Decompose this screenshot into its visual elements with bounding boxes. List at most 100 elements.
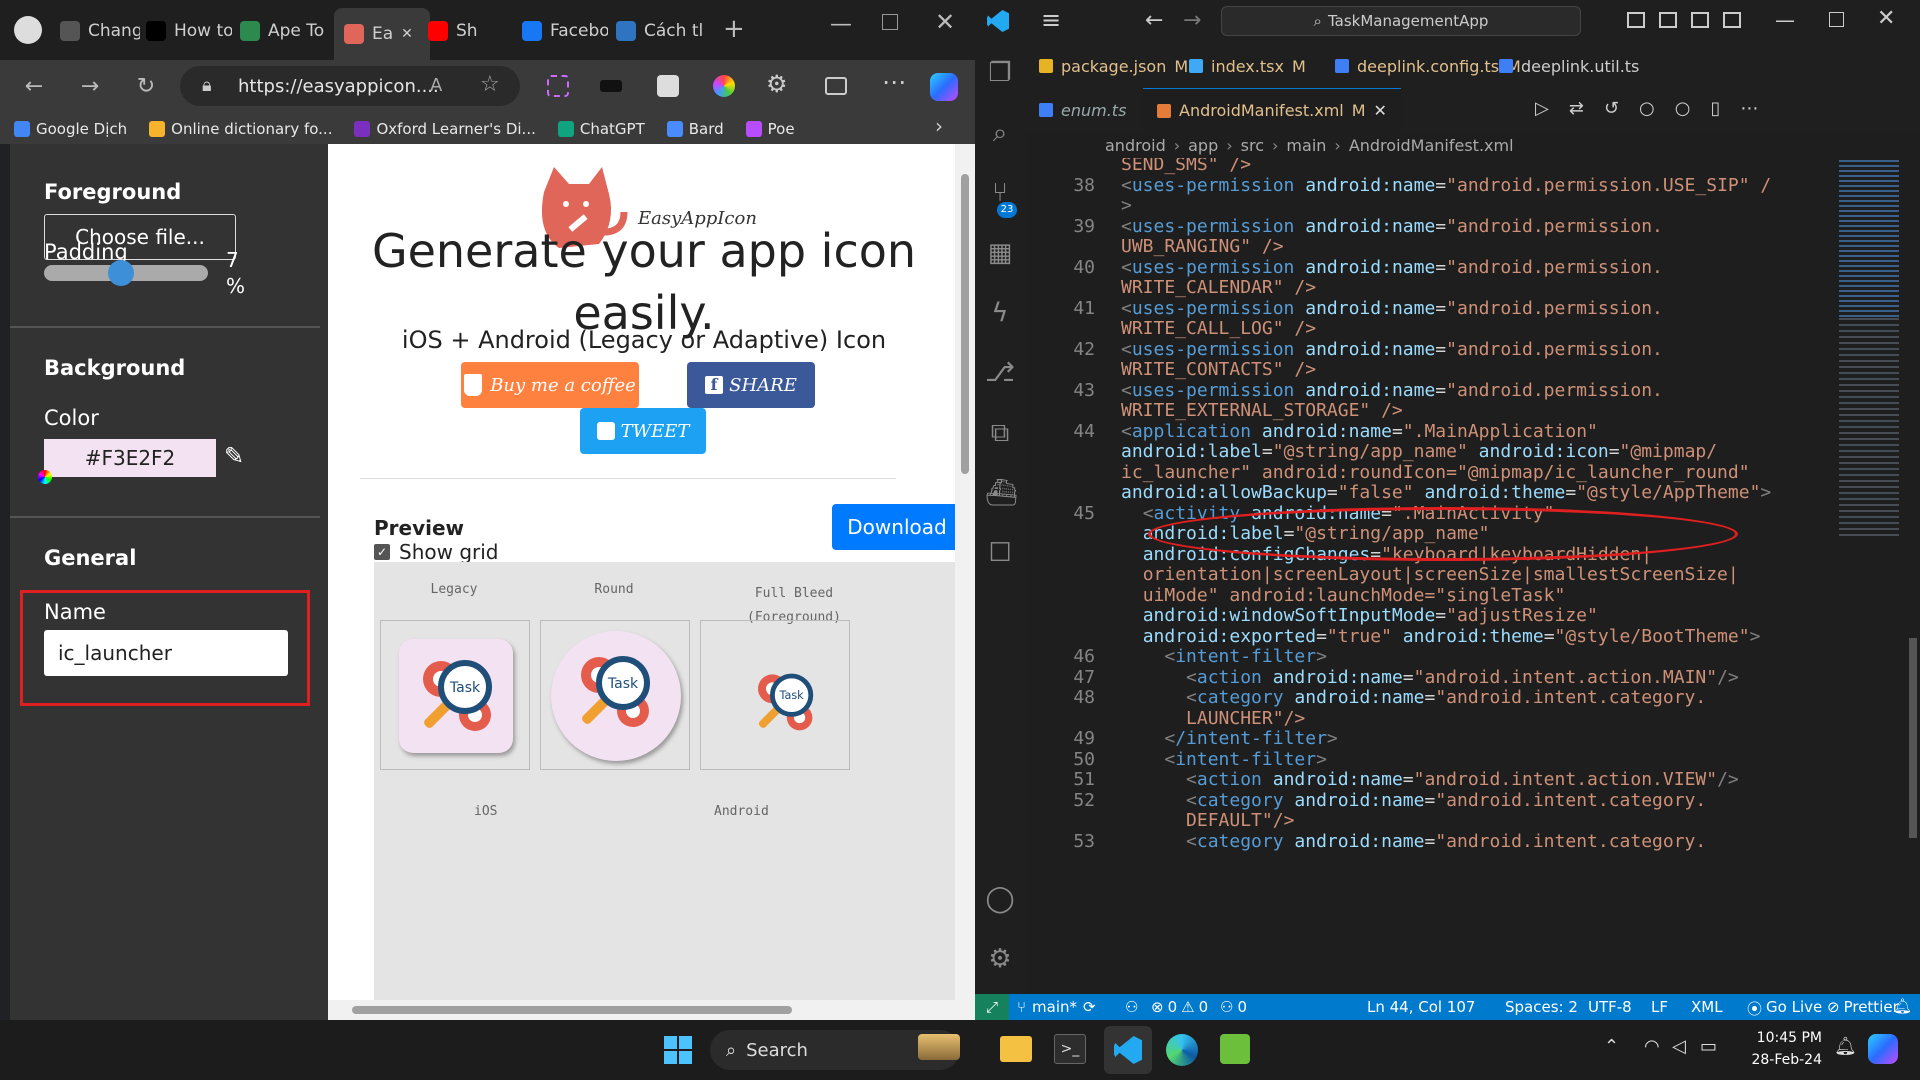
clock-date[interactable]: 28-Feb-24 <box>1736 1052 1822 1068</box>
color-wheel-icon[interactable] <box>38 470 52 484</box>
extensions-view-icon[interactable]: ▦ <box>985 238 1015 268</box>
volume-icon[interactable]: ◁ <box>1672 1036 1686 1057</box>
read-aloud-icon[interactable]: A <box>430 75 442 96</box>
vscode-maximize[interactable] <box>1829 12 1844 27</box>
editor-tab[interactable]: AndroidManifest.xml M ✕ <box>1143 88 1401 132</box>
timeline-prev-icon[interactable]: ○ <box>1639 98 1655 119</box>
color-input[interactable]: #F3E2F2 <box>44 439 216 477</box>
bookmark-item[interactable]: Online dictionary fo... <box>149 120 332 138</box>
copilot-taskbar-icon[interactable] <box>1868 1034 1898 1064</box>
refresh-icon[interactable]: ↻ <box>132 73 160 101</box>
editor-tab[interactable]: enum.ts <box>1025 88 1148 132</box>
widget-icon[interactable] <box>918 1034 960 1060</box>
browser-tab[interactable]: Facebo <box>522 12 608 50</box>
clock-time[interactable]: 10:45 PM <box>1736 1030 1822 1046</box>
close-tab-icon[interactable]: ✕ <box>401 26 413 42</box>
start-button[interactable] <box>664 1036 692 1064</box>
compare-icon[interactable]: ⇄ <box>1569 98 1584 119</box>
wifi-icon[interactable]: ◠ <box>1644 1036 1660 1057</box>
eol-status[interactable]: LF <box>1651 998 1668 1016</box>
browser-tab[interactable]: Ea ✕ <box>334 8 430 60</box>
bookmark-item[interactable]: Poe <box>745 120 795 138</box>
maximize-button[interactable] <box>882 14 898 30</box>
search-view-icon[interactable]: ⌕ <box>985 118 1015 148</box>
edge-icon[interactable] <box>1166 1034 1198 1066</box>
file-explorer-icon[interactable] <box>1000 1036 1032 1062</box>
vscode-close[interactable]: ✕ <box>1877 6 1895 31</box>
eyedropper-icon[interactable]: ✎ <box>224 442 244 470</box>
show-hidden-icons[interactable]: ⌃ <box>1604 1036 1619 1057</box>
remote-icon[interactable]: ⤢ <box>975 994 1009 1020</box>
app-icon[interactable] <box>1220 1034 1250 1064</box>
name-input[interactable]: ic_launcher <box>44 630 288 676</box>
language-status[interactable]: XML <box>1691 998 1723 1016</box>
browser-tab[interactable]: Change <box>60 12 140 50</box>
explorer-icon[interactable]: ❐ <box>985 58 1015 88</box>
cursor-position[interactable]: Ln 44, Col 107 <box>1367 998 1475 1016</box>
favorite-icon[interactable]: ☆ <box>480 72 500 97</box>
minimize-button[interactable]: — <box>830 12 852 37</box>
indent-status[interactable]: Spaces: 2 <box>1505 998 1578 1016</box>
branch-status[interactable]: ⑂ main* ⟳ <box>1017 998 1096 1016</box>
extension-icon-3[interactable] <box>657 75 679 97</box>
address-bar[interactable]: 🔒︎ https://easyappicon.... A ☆ <box>180 66 520 106</box>
breadcrumb-item[interactable]: src <box>1241 136 1264 155</box>
menu-icon[interactable]: ≡ <box>1041 6 1061 34</box>
padding-slider-handle[interactable] <box>108 260 134 286</box>
breadcrumb-item[interactable]: main <box>1286 136 1326 155</box>
chat-icon[interactable]: ☐ <box>985 538 1015 568</box>
minimap[interactable] <box>1835 158 1917 994</box>
extension-icon-1[interactable] <box>547 75 569 97</box>
toggle-panel-icon[interactable] <box>1659 12 1677 28</box>
editor-scrollbar[interactable] <box>1909 638 1917 838</box>
notifications-icon[interactable]: 🔔︎ <box>1893 997 1912 1015</box>
vscode-minimize[interactable]: — <box>1775 8 1795 32</box>
copilot-icon[interactable] <box>930 73 958 101</box>
docker-icon[interactable]: ⛴︎ <box>985 478 1018 508</box>
show-grid-checkbox[interactable]: ✓ <box>374 544 390 560</box>
bookmark-item[interactable]: Oxford Learner's Di... <box>354 120 536 138</box>
ports-status[interactable]: ⚇ 0 <box>1220 998 1247 1016</box>
notification-bell-icon[interactable]: 🔔︎ <box>1834 1036 1857 1057</box>
back-nav-icon[interactable]: ← <box>1145 8 1163 33</box>
terminal-icon[interactable]: >_ <box>1054 1034 1086 1064</box>
layout-icon[interactable] <box>1723 12 1741 28</box>
browser-tab[interactable]: Cách tl <box>616 12 710 50</box>
forward-icon[interactable]: → <box>76 73 104 101</box>
battery-icon[interactable]: ▭ <box>1700 1036 1717 1057</box>
extension-icon-2[interactable] <box>600 80 622 92</box>
breadcrumb-item[interactable]: app <box>1188 136 1218 155</box>
remote-explorer-icon[interactable]: ⧉ <box>985 418 1015 448</box>
split-screen-icon[interactable] <box>825 77 847 95</box>
split-editor-icon[interactable]: ▯ <box>1710 98 1720 119</box>
thunder-client-icon[interactable]: ϟ <box>985 298 1015 328</box>
toggle-sidebar-icon[interactable] <box>1627 12 1645 28</box>
browser-tab[interactable]: Sh <box>428 12 514 50</box>
browser-tab[interactable]: Ape To <box>240 12 326 50</box>
live-share-icon[interactable]: ⚇ <box>1125 998 1138 1016</box>
back-icon[interactable]: ← <box>20 73 48 101</box>
extension-icon-4[interactable] <box>713 75 735 97</box>
timeline-next-icon[interactable]: ○ <box>1675 98 1691 119</box>
extensions-icon[interactable]: ⚙︎ <box>766 70 788 98</box>
editor-tab[interactable]: deeplink.util.ts <box>1485 44 1661 88</box>
code-editor[interactable]: SEND_SMS" /> 38 <uses-permission android:n… <box>1025 158 1835 994</box>
download-button[interactable]: Download <box>832 504 960 550</box>
more-menu-icon[interactable]: ⋯ <box>882 68 906 96</box>
editor-tab[interactable]: index.tsx M <box>1175 44 1320 88</box>
run-icon[interactable]: ▷ <box>1535 98 1549 119</box>
bookmark-item[interactable]: ChatGPT <box>557 120 645 138</box>
page-vertical-scrollbar[interactable] <box>955 144 975 1020</box>
more-actions-icon[interactable]: ⋯ <box>1740 98 1758 119</box>
manage-gear-icon[interactable]: ⚙︎ <box>985 944 1015 974</box>
breadcrumb-item[interactable]: AndroidManifest.xml <box>1349 136 1514 155</box>
gitlens-icon[interactable]: ⎇ <box>985 358 1015 388</box>
go-live-button[interactable]: ⦿ Go Live <box>1747 998 1822 1019</box>
command-center-search[interactable]: ⌕ TaskManagementApp <box>1221 6 1581 36</box>
page-horizontal-scrollbar[interactable] <box>328 1000 960 1020</box>
buy-coffee-button[interactable]: Buy me a coffee <box>461 362 639 408</box>
vscode-taskbar-icon[interactable] <box>1104 1026 1152 1074</box>
tweet-button[interactable]: TWEET <box>580 408 706 454</box>
close-tab-icon[interactable]: ✕ <box>1374 101 1387 120</box>
revert-icon[interactable]: ↺ <box>1604 98 1619 119</box>
